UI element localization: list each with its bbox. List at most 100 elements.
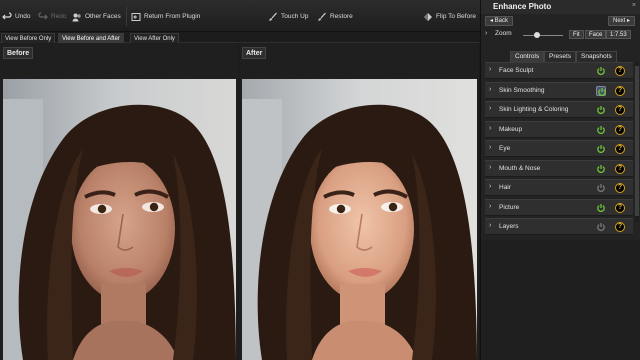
control-label: Layers (499, 223, 519, 230)
chevron-right-icon[interactable]: › (489, 144, 491, 151)
zoom-slider-handle[interactable] (534, 32, 540, 38)
panel-title: Enhance Photo (481, 0, 640, 14)
return-from-plugin-button[interactable]: Return From Plugin (131, 10, 200, 23)
tab-view-before-only[interactable]: View Before Only (1, 33, 56, 43)
redo-icon (38, 11, 48, 19)
control-label: Skin Lighting & Coloring (499, 106, 569, 113)
panel-empty-area (481, 240, 640, 360)
close-icon[interactable]: × (632, 2, 636, 9)
power-toggle-icon[interactable] (596, 85, 606, 96)
control-row-hair[interactable]: › Hair? (485, 179, 633, 196)
chevron-right-icon[interactable]: › (489, 164, 491, 171)
zoom-face-button[interactable]: Face (585, 30, 607, 39)
help-icon[interactable]: ? (615, 202, 625, 213)
zoom-slider-track[interactable] (523, 35, 563, 36)
power-toggle-icon[interactable] (596, 125, 606, 135)
zoom-ratio-field[interactable]: 1:7.53 (606, 30, 631, 39)
help-icon[interactable]: ? (615, 66, 625, 76)
control-row-picture[interactable]: › Picture? (485, 198, 633, 216)
chevron-right-icon[interactable]: › (489, 86, 491, 93)
before-photo[interactable] (3, 79, 236, 360)
undo-button[interactable]: Undo (2, 10, 31, 23)
power-toggle-icon[interactable] (596, 222, 606, 232)
control-label: Eye (499, 145, 511, 152)
faces-icon (72, 13, 81, 21)
control-row-mouth-nose[interactable]: › Mouth & Nose? (485, 159, 633, 177)
tab-view-after-only[interactable]: View After Only (130, 33, 179, 43)
undo-icon (2, 11, 12, 19)
touch-up-label: Touch Up (281, 13, 309, 20)
chevron-right-icon[interactable]: › (489, 105, 491, 112)
flip-to-before-label: Flip To Before (436, 13, 476, 20)
zoom-fit-button[interactable]: Fit (569, 30, 584, 39)
portrait-after (242, 79, 477, 360)
power-toggle-icon[interactable] (596, 164, 606, 174)
before-pane: Before (0, 43, 238, 360)
chevron-right-icon[interactable]: › (489, 203, 491, 210)
chevron-right-icon[interactable]: › (489, 66, 491, 73)
power-toggle-icon[interactable] (596, 66, 606, 76)
control-label: Skin Smoothing (499, 86, 545, 94)
chevron-right-icon[interactable]: › (489, 183, 491, 190)
flip-icon (424, 12, 432, 21)
back-button[interactable]: ◂ Back (485, 16, 514, 26)
return-from-plugin-label: Return From Plugin (144, 13, 201, 20)
power-toggle-icon[interactable] (596, 105, 606, 115)
toolbar-divider (126, 6, 127, 26)
help-icon[interactable]: ? (615, 124, 625, 135)
other-faces-button[interactable]: Other Faces (72, 10, 121, 23)
control-row-skin-lighting-coloring[interactable]: › Skin Lighting & Coloring? (485, 101, 633, 118)
restore-label: Restore (330, 13, 353, 20)
before-label: Before (3, 47, 34, 59)
controls-scrollbar[interactable] (635, 62, 639, 222)
help-icon[interactable]: ? (615, 105, 625, 115)
control-row-face-sculpt[interactable]: › Face Sculpt? (485, 62, 633, 79)
zoom-row: › Zoom Fit Face 1:7.53 (481, 29, 640, 41)
top-toolbar: Undo Redo Other Faces Return From Plugin… (0, 0, 480, 32)
view-mode-tabs: View Before Only View Before and After V… (0, 32, 480, 43)
scrollbar-thumb[interactable] (635, 66, 639, 216)
return-icon (131, 12, 141, 21)
other-faces-label: Other Faces (85, 13, 121, 20)
help-icon[interactable]: ? (615, 144, 625, 154)
tab-presets[interactable]: Presets (544, 51, 577, 62)
chevron-right-icon: › (485, 30, 488, 37)
chevron-right-icon[interactable]: › (489, 125, 491, 132)
help-icon[interactable]: ? (615, 222, 625, 232)
power-toggle-icon[interactable] (596, 203, 606, 213)
control-row-layers[interactable]: › Layers? (485, 218, 633, 235)
control-row-makeup[interactable]: › Makeup? (485, 120, 633, 138)
control-label: Face Sculpt (499, 67, 534, 74)
zoom-label: Zoom (495, 30, 512, 37)
control-label: Mouth & Nose (499, 164, 541, 172)
restore-button[interactable]: Restore (317, 10, 353, 23)
after-label: After (242, 47, 267, 59)
brush-icon (269, 12, 277, 21)
tab-controls[interactable]: Controls (510, 51, 545, 62)
help-icon[interactable]: ? (615, 85, 625, 96)
portrait-before (3, 79, 236, 360)
flip-to-before-button[interactable]: Flip To Before (423, 10, 476, 23)
power-toggle-icon[interactable] (596, 144, 606, 154)
touch-up-button[interactable]: Touch Up (268, 10, 308, 23)
control-row-eye[interactable]: › Eye? (485, 140, 633, 157)
panel-tabs: Controls Presets Snapshots (481, 50, 640, 62)
control-label: Makeup (499, 125, 523, 133)
redo-label: Redo (51, 13, 67, 20)
chevron-right-icon[interactable]: › (489, 222, 491, 229)
control-label: Hair (499, 184, 511, 191)
next-button[interactable]: Next ▸ (608, 16, 636, 26)
power-toggle-icon[interactable] (596, 183, 606, 193)
after-photo[interactable] (242, 79, 477, 360)
panel-title-text: Enhance Photo (493, 2, 552, 11)
after-pane: After (239, 43, 479, 360)
control-row-skin-smoothing[interactable]: › Skin Smoothing? (485, 81, 633, 99)
help-icon[interactable]: ? (615, 183, 625, 193)
tab-snapshots[interactable]: Snapshots (576, 51, 617, 62)
control-label: Picture (499, 203, 520, 211)
help-icon[interactable]: ? (615, 163, 625, 174)
tab-view-before-and-after[interactable]: View Before and After (58, 33, 124, 43)
enhance-photo-panel: Enhance Photo × ◂ Back Next ▸ › Zoom Fit… (480, 0, 640, 360)
restore-icon (318, 12, 326, 21)
redo-button[interactable]: Redo (38, 10, 67, 23)
